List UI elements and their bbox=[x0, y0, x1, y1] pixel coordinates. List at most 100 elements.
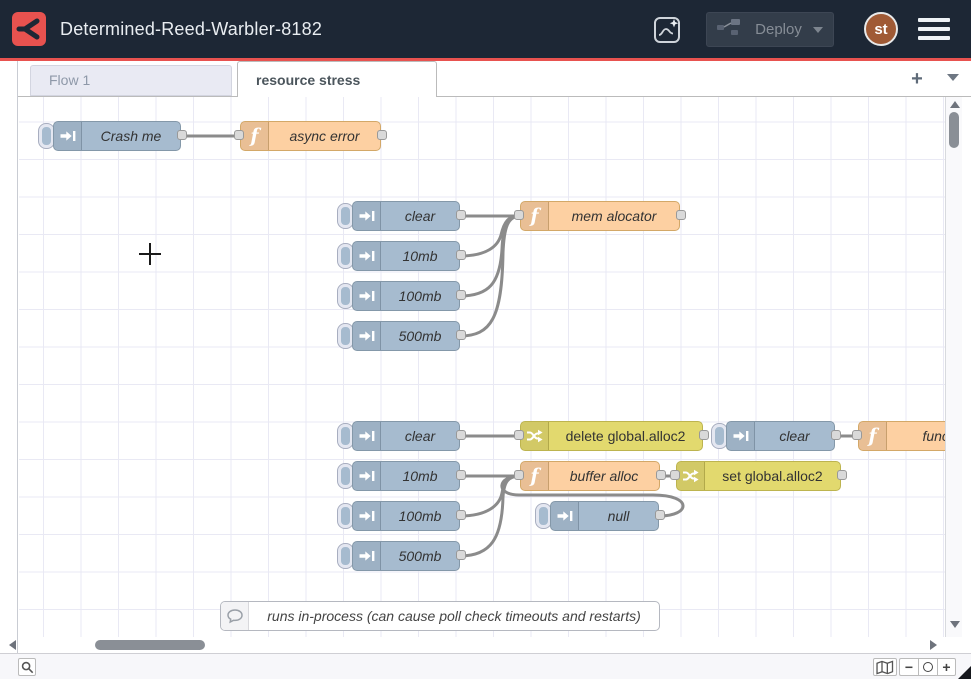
inject-icon bbox=[353, 322, 381, 350]
function-icon: f bbox=[521, 462, 549, 490]
output-port[interactable] bbox=[456, 330, 466, 340]
search-icon[interactable] bbox=[18, 658, 36, 676]
deploy-nodes-icon bbox=[717, 19, 741, 41]
comment-icon bbox=[221, 602, 249, 630]
horizontal-scroll-thumb[interactable] bbox=[95, 640, 205, 650]
inject-icon bbox=[353, 462, 381, 490]
node-10mb-1[interactable]: 10mb bbox=[338, 241, 460, 271]
inject-icon bbox=[353, 422, 381, 450]
node-label: clear bbox=[755, 428, 834, 444]
output-port[interactable] bbox=[831, 430, 841, 440]
zoom-in-button[interactable]: + bbox=[937, 658, 956, 676]
node-clear-2[interactable]: clear bbox=[338, 421, 460, 451]
resize-grip[interactable] bbox=[958, 666, 971, 679]
zoom-out-button[interactable]: − bbox=[899, 658, 918, 676]
inject-trigger-button[interactable] bbox=[338, 324, 353, 348]
output-port[interactable] bbox=[456, 210, 466, 220]
horizontal-scrollbar[interactable] bbox=[0, 637, 945, 653]
input-port[interactable] bbox=[670, 470, 680, 480]
output-port[interactable] bbox=[456, 250, 466, 260]
node-clear-1[interactable]: clear bbox=[338, 201, 460, 231]
output-port[interactable] bbox=[837, 470, 847, 480]
output-port[interactable] bbox=[656, 470, 666, 480]
output-port[interactable] bbox=[456, 430, 466, 440]
scroll-up-icon[interactable] bbox=[950, 101, 960, 108]
inject-icon bbox=[353, 242, 381, 270]
flow-canvas[interactable]: Crash mefasync errorclear10mb100mb500mbf… bbox=[19, 97, 945, 637]
node-label: set global.alloc2 bbox=[705, 468, 840, 484]
zoom-reset-button[interactable] bbox=[918, 658, 937, 676]
output-port[interactable] bbox=[377, 130, 387, 140]
output-port[interactable] bbox=[456, 510, 466, 520]
node-label: 500mb bbox=[381, 328, 459, 344]
deploy-button[interactable]: Deploy bbox=[706, 12, 834, 47]
inject-icon bbox=[353, 502, 381, 530]
output-port[interactable] bbox=[177, 130, 187, 140]
vertical-scrollbar[interactable] bbox=[945, 97, 962, 637]
inject-trigger-button[interactable] bbox=[536, 504, 551, 528]
node-buffer-alloc[interactable]: fbuffer alloc bbox=[520, 461, 660, 491]
inject-trigger-button[interactable] bbox=[338, 204, 353, 228]
node-label: 100mb bbox=[381, 288, 459, 304]
add-flow-button[interactable]: + bbox=[905, 67, 929, 91]
output-port[interactable] bbox=[456, 470, 466, 480]
main-menu-icon[interactable] bbox=[918, 18, 950, 40]
input-port[interactable] bbox=[514, 470, 524, 480]
node-label: mem alocator bbox=[549, 208, 679, 224]
node-mem-alocator[interactable]: fmem alocator bbox=[520, 201, 680, 231]
inject-trigger-button[interactable] bbox=[338, 504, 353, 528]
wire-10mb-1-to-mem-alocator[interactable] bbox=[460, 216, 520, 256]
output-port[interactable] bbox=[456, 550, 466, 560]
node-500mb-1[interactable]: 500mb bbox=[338, 321, 460, 351]
node-async-error[interactable]: fasync error bbox=[240, 121, 381, 151]
navigator-map-icon[interactable] bbox=[873, 658, 897, 676]
inject-trigger-button[interactable] bbox=[338, 464, 353, 488]
node-label: async error bbox=[269, 128, 380, 144]
node-500mb-2[interactable]: 500mb bbox=[338, 541, 460, 571]
deploy-dropdown-icon[interactable] bbox=[813, 27, 823, 33]
node-clear-3[interactable]: clear bbox=[712, 421, 835, 451]
change-icon bbox=[521, 422, 549, 450]
node-set-global-alloc2[interactable]: set global.alloc2 bbox=[676, 461, 841, 491]
node-crash-me[interactable]: Crash me bbox=[39, 121, 181, 151]
user-avatar[interactable]: st bbox=[864, 12, 898, 46]
scroll-down-icon[interactable] bbox=[950, 621, 960, 628]
tab-resource-stress[interactable]: resource stress bbox=[237, 61, 437, 97]
node-10mb-2[interactable]: 10mb bbox=[338, 461, 460, 491]
flow-list-dropdown-icon[interactable] bbox=[947, 74, 959, 81]
wire-500mb-1-to-mem-alocator[interactable] bbox=[460, 216, 520, 336]
node-100mb-1[interactable]: 100mb bbox=[338, 281, 460, 311]
inject-trigger-button[interactable] bbox=[712, 424, 727, 448]
tab-flow-1[interactable]: Flow 1 bbox=[30, 65, 232, 96]
scroll-left-icon[interactable] bbox=[9, 640, 16, 650]
input-port[interactable] bbox=[514, 430, 524, 440]
inject-trigger-button[interactable] bbox=[39, 124, 54, 148]
node-label: 10mb bbox=[381, 468, 459, 484]
input-port[interactable] bbox=[514, 210, 524, 220]
inject-trigger-button[interactable] bbox=[338, 424, 353, 448]
inject-trigger-button[interactable] bbox=[338, 544, 353, 568]
node-function-1[interactable]: ffunction bbox=[858, 421, 945, 451]
inject-trigger-button[interactable] bbox=[338, 244, 353, 268]
node-delete-global-alloc2[interactable]: delete global.alloc2 bbox=[520, 421, 703, 451]
wire-100mb-2-to-buffer-alloc[interactable] bbox=[460, 476, 520, 516]
node-comment[interactable]: runs in-process (can cause poll check ti… bbox=[220, 601, 660, 631]
node-label: 10mb bbox=[381, 248, 459, 264]
inject-trigger-button[interactable] bbox=[338, 284, 353, 308]
node-null-inject[interactable]: null bbox=[536, 501, 659, 531]
inject-icon bbox=[551, 502, 579, 530]
header: Determined-Reed-Warbler-8182 Deploy st bbox=[0, 0, 971, 58]
output-port[interactable] bbox=[676, 210, 686, 220]
node-100mb-2[interactable]: 100mb bbox=[338, 501, 460, 531]
output-port[interactable] bbox=[699, 430, 709, 440]
vertical-scroll-thumb[interactable] bbox=[949, 112, 959, 148]
input-port[interactable] bbox=[852, 430, 862, 440]
output-port[interactable] bbox=[456, 290, 466, 300]
function-icon: f bbox=[241, 122, 269, 150]
ai-assistant-icon[interactable] bbox=[648, 12, 688, 48]
footer-toolbar: − + bbox=[0, 653, 971, 679]
input-port[interactable] bbox=[234, 130, 244, 140]
node-label: 100mb bbox=[381, 508, 459, 524]
scroll-right-icon[interactable] bbox=[930, 640, 937, 650]
output-port[interactable] bbox=[655, 510, 665, 520]
